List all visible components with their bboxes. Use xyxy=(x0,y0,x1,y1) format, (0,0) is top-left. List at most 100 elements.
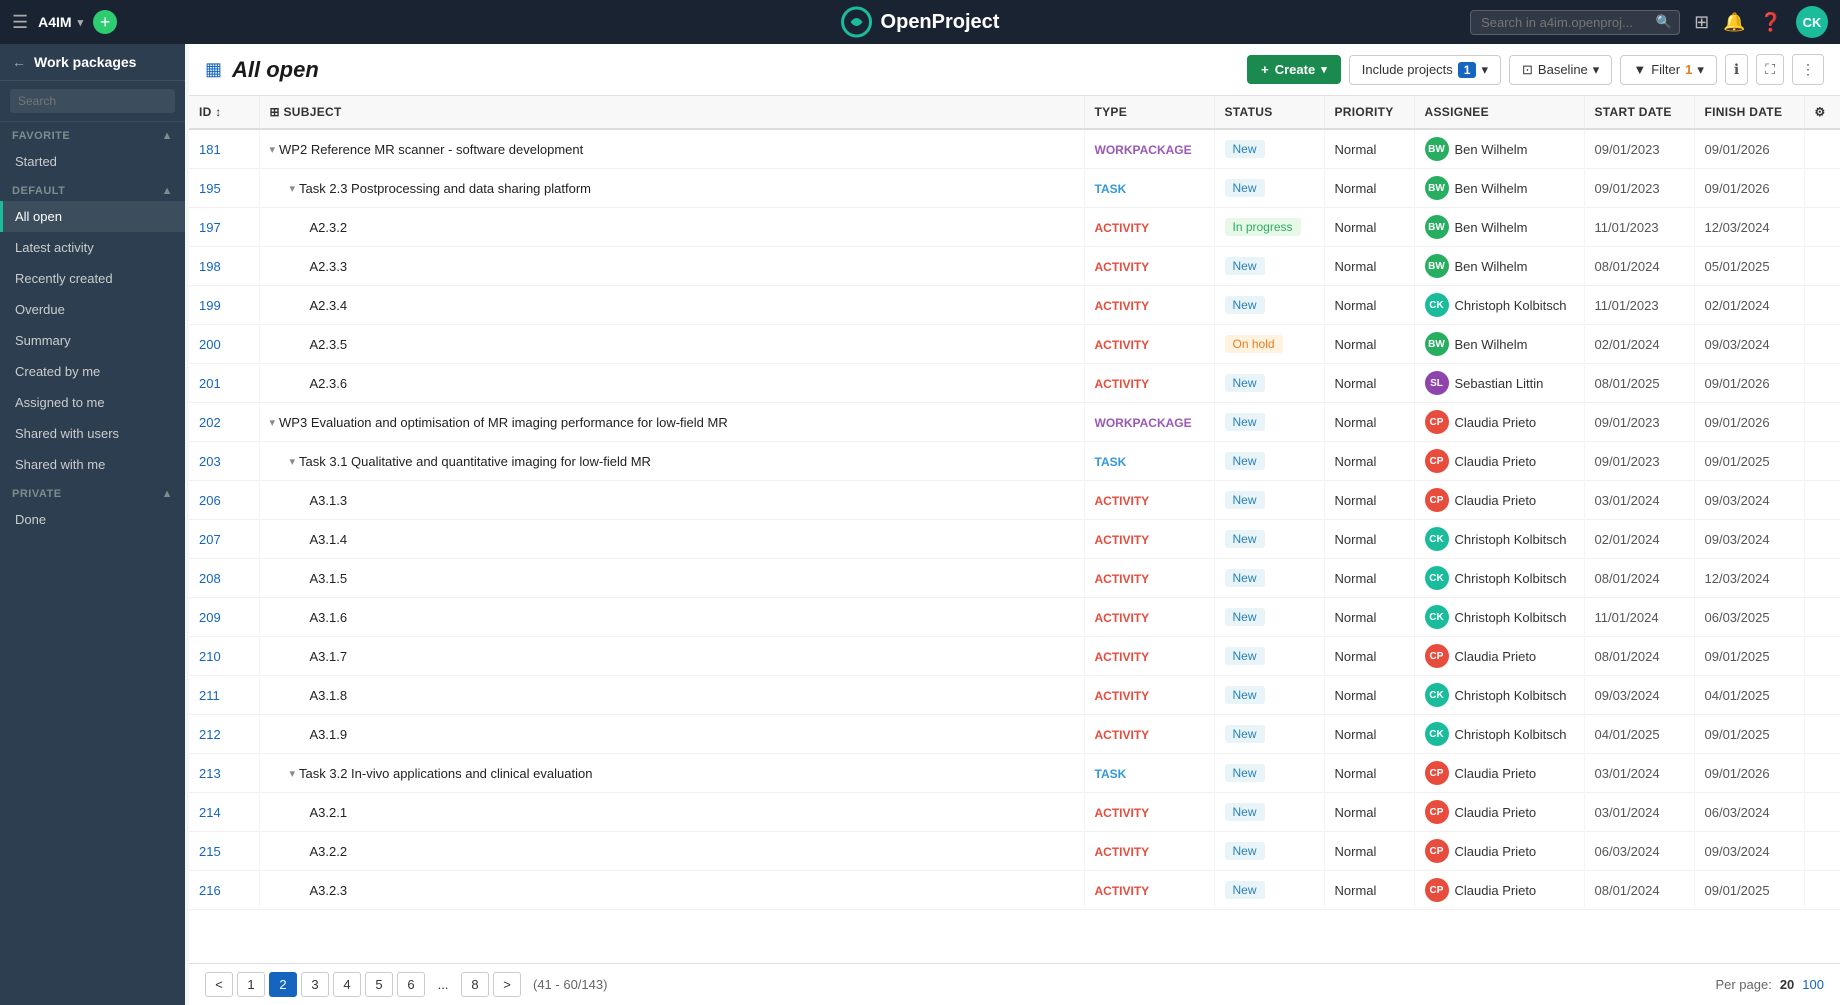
id-link[interactable]: 195 xyxy=(199,181,221,196)
sidebar-item-label: Shared with me xyxy=(15,457,105,472)
private-section-header[interactable]: PRIVATE ▲ xyxy=(0,480,185,504)
id-link[interactable]: 200 xyxy=(199,337,221,352)
expand-icon[interactable]: ▾ xyxy=(290,455,296,468)
page-8-button[interactable]: 8 xyxy=(461,972,489,997)
id-link[interactable]: 207 xyxy=(199,532,221,547)
cell-subject: A3.1.7 xyxy=(259,637,1084,676)
id-link[interactable]: 201 xyxy=(199,376,221,391)
assignee-name: Claudia Prieto xyxy=(1455,766,1537,781)
expand-icon[interactable]: ▾ xyxy=(270,416,276,429)
sidebar-item-created-by-me[interactable]: Created by me xyxy=(0,356,185,387)
default-section-header[interactable]: DEFAULT ▲ xyxy=(0,177,185,201)
page-2-button[interactable]: 2 xyxy=(269,972,297,997)
favorite-section-header[interactable]: FAVORITE ▲ xyxy=(0,122,185,146)
page-5-button[interactable]: 5 xyxy=(365,972,393,997)
table-row: 202▾WP3 Evaluation and optimisation of M… xyxy=(189,403,1840,442)
info-button[interactable]: ℹ xyxy=(1725,54,1748,85)
sidebar-item-all-open[interactable]: All open xyxy=(0,201,185,232)
col-priority[interactable]: PRIORITY xyxy=(1324,96,1414,129)
sidebar-item-assigned-to-me[interactable]: Assigned to me xyxy=(0,387,185,418)
per-page-100[interactable]: 100 xyxy=(1802,977,1824,992)
id-link[interactable]: 198 xyxy=(199,259,221,274)
id-link[interactable]: 212 xyxy=(199,727,221,742)
bell-icon[interactable]: 🔔 xyxy=(1723,12,1745,33)
brand-button[interactable]: A4IM ▾ xyxy=(38,14,83,30)
subject-text: A3.1.6 xyxy=(310,610,348,625)
id-link[interactable]: 209 xyxy=(199,610,221,625)
cell-priority: Normal xyxy=(1324,286,1414,325)
sidebar-item-shared-with-me[interactable]: Shared with me xyxy=(0,449,185,480)
page-prev-button[interactable]: < xyxy=(205,972,233,997)
assignee-name: Christoph Kolbitsch xyxy=(1455,571,1567,586)
id-link[interactable]: 216 xyxy=(199,883,221,898)
help-icon[interactable]: ❓ xyxy=(1760,12,1782,33)
status-badge: New xyxy=(1225,374,1265,392)
fullscreen-button[interactable]: ⛶ xyxy=(1756,54,1784,85)
sidebar-item-recently-created[interactable]: Recently created xyxy=(0,263,185,294)
include-projects-button[interactable]: Include projects 1 ▾ xyxy=(1349,55,1501,85)
global-search-input[interactable] xyxy=(1470,10,1680,35)
page-3-button[interactable]: 3 xyxy=(301,972,329,997)
col-settings[interactable]: ⚙ xyxy=(1804,96,1840,129)
sidebar-item-latest-activity[interactable]: Latest activity xyxy=(0,232,185,263)
assignee-name: Ben Wilhelm xyxy=(1455,142,1528,157)
id-link[interactable]: 199 xyxy=(199,298,221,313)
cell-start-date: 02/01/2024 xyxy=(1584,325,1694,364)
cell-id: 216 xyxy=(189,871,259,910)
id-link[interactable]: 203 xyxy=(199,454,221,469)
col-finish-date[interactable]: FINISH DATE xyxy=(1694,96,1804,129)
id-link[interactable]: 197 xyxy=(199,220,221,235)
id-link[interactable]: 214 xyxy=(199,805,221,820)
baseline-button[interactable]: ⊡ Baseline ▾ xyxy=(1509,55,1612,85)
page-4-button[interactable]: 4 xyxy=(333,972,361,997)
id-link[interactable]: 206 xyxy=(199,493,221,508)
filter-button[interactable]: ▼ Filter 1 ▾ xyxy=(1620,55,1717,85)
cell-assignee: CPClaudia Prieto xyxy=(1414,481,1584,520)
sidebar-item-done[interactable]: Done xyxy=(0,504,185,535)
subject-text: A3.1.7 xyxy=(310,649,348,664)
col-id[interactable]: ID ↕ xyxy=(189,96,259,129)
sidebar-item-summary[interactable]: Summary xyxy=(0,325,185,356)
cell-row-settings xyxy=(1804,129,1840,169)
cell-assignee: CPClaudia Prieto xyxy=(1414,832,1584,871)
create-button[interactable]: + Create ▾ xyxy=(1247,55,1341,84)
expand-icon[interactable]: ▾ xyxy=(290,767,296,780)
id-link[interactable]: 215 xyxy=(199,844,221,859)
sidebar-item-started[interactable]: Started xyxy=(0,146,185,177)
filter-count: 1 xyxy=(1685,62,1692,77)
sidebar-item-overdue[interactable]: Overdue xyxy=(0,294,185,325)
id-link[interactable]: 208 xyxy=(199,571,221,586)
more-options-button[interactable]: ⋮ xyxy=(1792,54,1824,85)
col-start-date[interactable]: START DATE xyxy=(1584,96,1694,129)
per-page-20[interactable]: 20 xyxy=(1780,977,1794,992)
page-next-button[interactable]: > xyxy=(493,972,521,997)
expand-icon[interactable]: ▾ xyxy=(290,182,296,195)
plus-icon: + xyxy=(1261,62,1269,77)
back-icon[interactable]: ← xyxy=(12,54,26,70)
page-6-button[interactable]: 6 xyxy=(397,972,425,997)
id-link[interactable]: 213 xyxy=(199,766,221,781)
sidebar-item-shared-with-users[interactable]: Shared with users xyxy=(0,418,185,449)
expand-icon[interactable]: ▾ xyxy=(270,143,276,156)
cell-row-settings xyxy=(1804,325,1840,364)
id-link[interactable]: 181 xyxy=(199,142,221,157)
cell-row-settings xyxy=(1804,481,1840,520)
id-link[interactable]: 211 xyxy=(199,688,220,703)
id-link[interactable]: 210 xyxy=(199,649,221,664)
table-row: 210A3.1.7ACTIVITYNewNormalCPClaudia Prie… xyxy=(189,637,1840,676)
col-status[interactable]: STATUS xyxy=(1214,96,1324,129)
grid-icon[interactable]: ⊞ xyxy=(1694,12,1709,33)
id-link[interactable]: 202 xyxy=(199,415,221,430)
type-badge: WORKPACKAGE xyxy=(1095,416,1192,430)
new-project-button[interactable]: + xyxy=(93,10,117,34)
cell-start-date: 03/01/2024 xyxy=(1584,793,1694,832)
hamburger-icon[interactable]: ☰ xyxy=(12,12,28,33)
col-subject[interactable]: ⊞ SUBJECT xyxy=(259,96,1084,129)
page-1-button[interactable]: 1 xyxy=(237,972,265,997)
sidebar-search-input[interactable] xyxy=(10,89,175,113)
user-avatar[interactable]: CK xyxy=(1796,6,1828,38)
cell-assignee: BWBen Wilhelm xyxy=(1414,325,1584,364)
col-type[interactable]: TYPE xyxy=(1084,96,1214,129)
assignee-avatar: CK xyxy=(1425,722,1449,746)
col-assignee[interactable]: ASSIGNEE xyxy=(1414,96,1584,129)
